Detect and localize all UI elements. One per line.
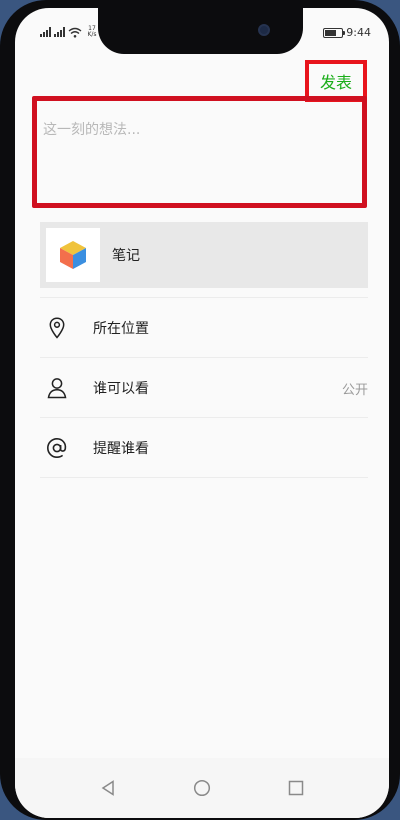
cube-icon — [46, 228, 100, 282]
option-location[interactable]: 所在位置 — [40, 299, 368, 357]
notch — [98, 8, 303, 54]
option-visibility[interactable]: 谁可以看 公开 — [40, 359, 368, 417]
note-attachment-label: 笔记 — [112, 248, 140, 264]
recent-square-icon[interactable] — [285, 777, 307, 799]
phone-frame: 17 K/s 9:44 发表 笔记 — [0, 0, 400, 820]
wifi-icon — [68, 27, 82, 38]
divider — [40, 357, 368, 358]
note-attachment[interactable]: 笔记 — [40, 222, 368, 288]
system-navigation-bar — [15, 758, 389, 818]
network-speed-unit: K/s — [87, 31, 97, 38]
front-camera — [258, 24, 270, 36]
divider — [40, 297, 368, 298]
battery-icon — [323, 27, 346, 38]
thought-input-box — [32, 96, 367, 208]
screen: 17 K/s 9:44 发表 笔记 — [15, 8, 389, 818]
status-time: 9:44 — [346, 26, 371, 39]
network-speed: 17 K/s — [85, 26, 99, 38]
option-mention-label: 提醒谁看 — [93, 441, 149, 457]
thought-input[interactable] — [37, 101, 362, 203]
home-circle-icon[interactable] — [191, 777, 213, 799]
status-bar-left: 17 K/s — [40, 26, 99, 38]
divider — [40, 417, 368, 418]
location-pin-icon — [46, 316, 68, 340]
option-mention[interactable]: 提醒谁看 — [40, 419, 368, 477]
signal-icon — [40, 27, 51, 37]
at-icon — [46, 436, 68, 460]
option-visibility-label: 谁可以看 — [93, 381, 149, 397]
option-visibility-value: 公开 — [341, 382, 368, 398]
back-triangle-icon[interactable] — [97, 777, 119, 799]
signal-icon-2 — [54, 27, 65, 37]
option-location-label: 所在位置 — [93, 321, 149, 337]
divider — [40, 477, 368, 478]
status-bar-right: 9:44 — [323, 26, 371, 39]
person-icon — [46, 376, 68, 400]
